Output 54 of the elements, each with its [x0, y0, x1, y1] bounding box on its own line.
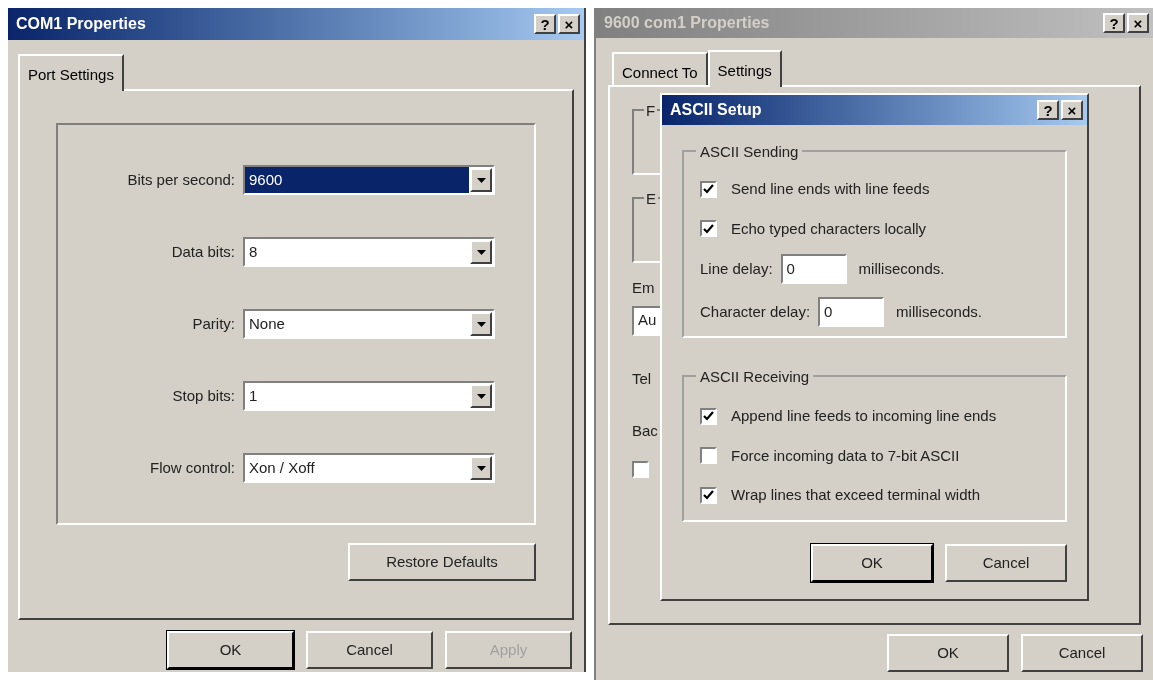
- window-title: COM1 Properties: [15, 14, 146, 34]
- dropdown[interactable]: 8: [243, 237, 495, 267]
- dropdown[interactable]: Xon / Xoff: [243, 453, 495, 483]
- dropdown-value: 9600: [245, 167, 469, 193]
- dropdown-value: None: [248, 313, 286, 334]
- dialog-button[interactable]: Cancel: [945, 544, 1067, 582]
- field-label: Line delay:: [700, 258, 773, 279]
- field-label: Tel: [632, 368, 652, 389]
- dropdown-value: 8: [248, 241, 259, 262]
- field-label: Bac: [632, 421, 658, 441]
- dialog-button[interactable]: Cancel: [306, 631, 433, 669]
- dropdown[interactable]: 1: [243, 381, 495, 411]
- checkbox[interactable]: [700, 447, 717, 465]
- field-label: Character delay:: [700, 301, 811, 322]
- dropdown[interactable]: None: [243, 309, 495, 339]
- checkbox-label: Wrap lines that exceed terminal width: [731, 485, 980, 505]
- field-label: Data bits:: [170, 241, 235, 262]
- dialog-button[interactable]: OK: [811, 544, 933, 582]
- dialog-button[interactable]: Cancel: [1021, 634, 1143, 672]
- field-label: Flow control:: [148, 457, 235, 478]
- field-label: Bits per second:: [126, 169, 235, 190]
- window-title: 9600 com1 Properties: [603, 13, 770, 33]
- close-button[interactable]: ×: [1127, 13, 1149, 33]
- unit-label: milliseconds.: [896, 301, 982, 322]
- field-label: Em: [632, 278, 655, 298]
- checkbox-label: Force incoming data to 7-bit ASCII: [731, 445, 960, 466]
- help-button[interactable]: ?: [1037, 100, 1059, 120]
- window-title: ASCII Setup: [669, 100, 762, 120]
- input-field[interactable]: 0: [780, 254, 847, 284]
- checkbox[interactable]: [632, 460, 649, 478]
- checkbox[interactable]: [700, 407, 717, 425]
- tab[interactable]: Port Settings: [18, 54, 124, 91]
- unit-label: milliseconds.: [858, 258, 945, 279]
- checkbox-label: Send line ends with line feeds: [731, 179, 930, 199]
- dialog-button[interactable]: Restore Defaults: [348, 543, 536, 581]
- field-label: Parity:: [191, 313, 235, 334]
- dialog-button[interactable]: OK: [167, 631, 294, 669]
- checkbox-label: Echo typed characters locally: [731, 218, 927, 239]
- help-button[interactable]: ?: [1103, 13, 1125, 33]
- tab[interactable]: Settings: [707, 50, 782, 87]
- checkbox[interactable]: [700, 220, 717, 238]
- close-button[interactable]: ×: [1061, 100, 1083, 120]
- close-button[interactable]: ×: [558, 14, 580, 34]
- help-button[interactable]: ?: [534, 14, 556, 34]
- field-label: Stop bits:: [171, 385, 235, 406]
- dropdown-value: Xon / Xoff: [248, 457, 316, 478]
- checkbox-label: Append line feeds to incoming line ends: [731, 406, 997, 426]
- input-field[interactable]: 0: [818, 297, 885, 327]
- tab[interactable]: Connect To: [612, 52, 708, 85]
- checkbox[interactable]: [700, 486, 717, 504]
- dropdown[interactable]: 9600: [243, 165, 495, 195]
- checkbox[interactable]: [700, 180, 717, 198]
- dropdown-value: 1: [248, 385, 259, 406]
- dialog-button[interactable]: OK: [887, 634, 1009, 672]
